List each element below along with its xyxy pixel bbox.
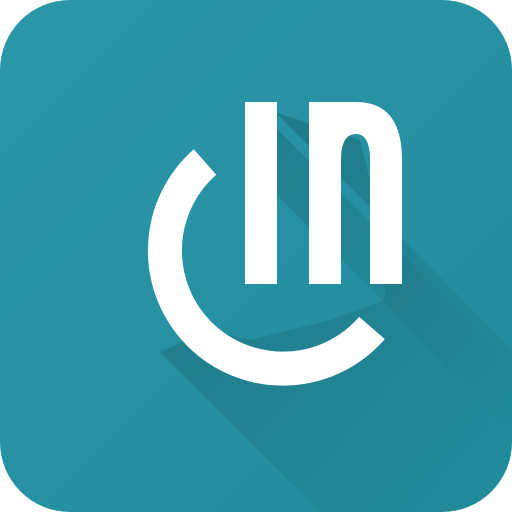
app-icon-stage	[0, 0, 512, 512]
app-icon[interactable]	[0, 0, 512, 512]
power-bar	[245, 102, 277, 284]
